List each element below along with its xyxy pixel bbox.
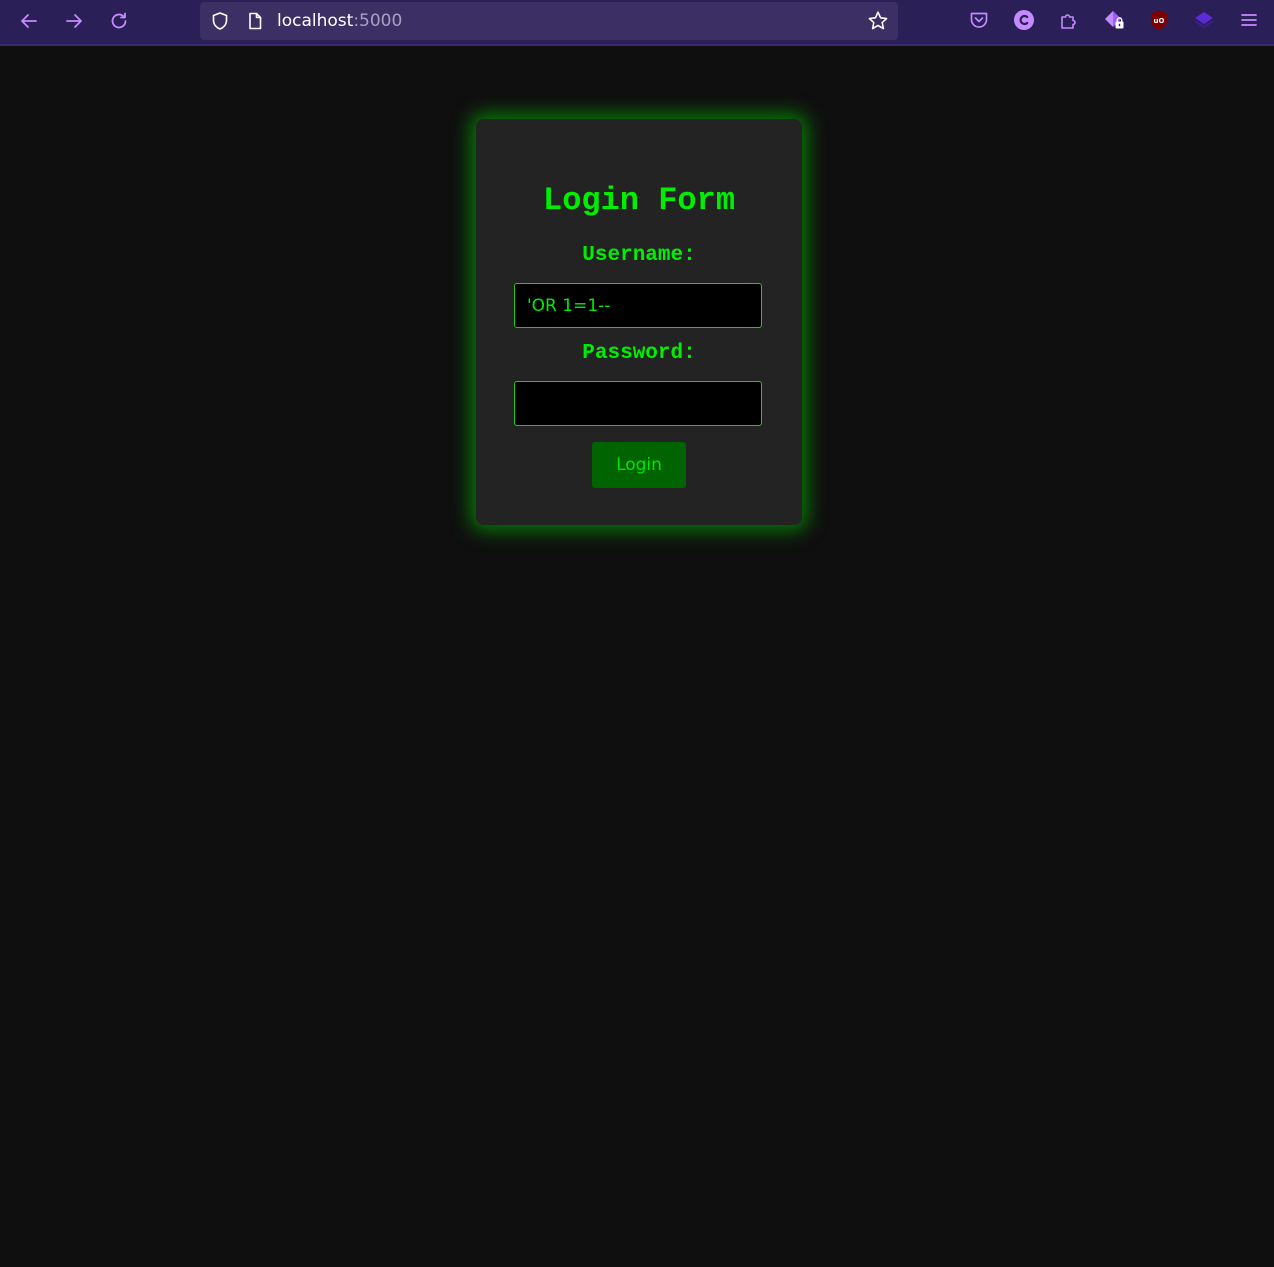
- extension-layers-button[interactable]: [1193, 9, 1215, 31]
- layers-icon: [1194, 12, 1214, 28]
- back-button[interactable]: [14, 7, 44, 35]
- extensions-button[interactable]: [1058, 9, 1080, 31]
- password-label: Password:: [582, 342, 696, 365]
- login-form-title: Login Form: [542, 182, 736, 219]
- reload-button[interactable]: [104, 7, 134, 35]
- username-label: Username:: [582, 244, 696, 267]
- url-bar[interactable]: localhost:5000: [200, 2, 898, 40]
- pocket-button[interactable]: [968, 9, 990, 31]
- svg-text:uO: uO: [1154, 17, 1165, 25]
- pocket-icon: [970, 12, 988, 28]
- extension-lock-button[interactable]: [1103, 9, 1125, 31]
- password-input[interactable]: [514, 381, 762, 426]
- extension-c-button[interactable]: [1013, 9, 1035, 31]
- reload-icon: [111, 12, 127, 29]
- url-host: localhost: [277, 11, 354, 31]
- shield-icon[interactable]: [210, 11, 230, 31]
- forward-button[interactable]: [59, 7, 89, 35]
- hamburger-menu-icon: [1241, 14, 1257, 26]
- menu-button[interactable]: [1238, 9, 1260, 31]
- ublock-shield-icon: uO: [1151, 10, 1167, 30]
- ublock-button[interactable]: uO: [1148, 9, 1170, 31]
- browser-toolbar: localhost:5000 uO: [0, 0, 1274, 46]
- arrow-left-icon: [21, 14, 37, 28]
- diamond-lock-icon: [1105, 11, 1124, 29]
- username-input[interactable]: [514, 283, 762, 328]
- login-button[interactable]: Login: [592, 442, 686, 488]
- puzzle-icon: [1061, 14, 1076, 29]
- url-text[interactable]: localhost:5000: [277, 11, 402, 31]
- bookmark-star-icon[interactable]: [867, 10, 889, 32]
- page-icon[interactable]: [245, 11, 265, 31]
- arrow-right-icon: [66, 14, 82, 28]
- login-card: Login Form Username: Password: Login: [476, 119, 802, 525]
- url-port: :5000: [353, 11, 403, 31]
- letter-c-circle-icon: [1014, 10, 1034, 30]
